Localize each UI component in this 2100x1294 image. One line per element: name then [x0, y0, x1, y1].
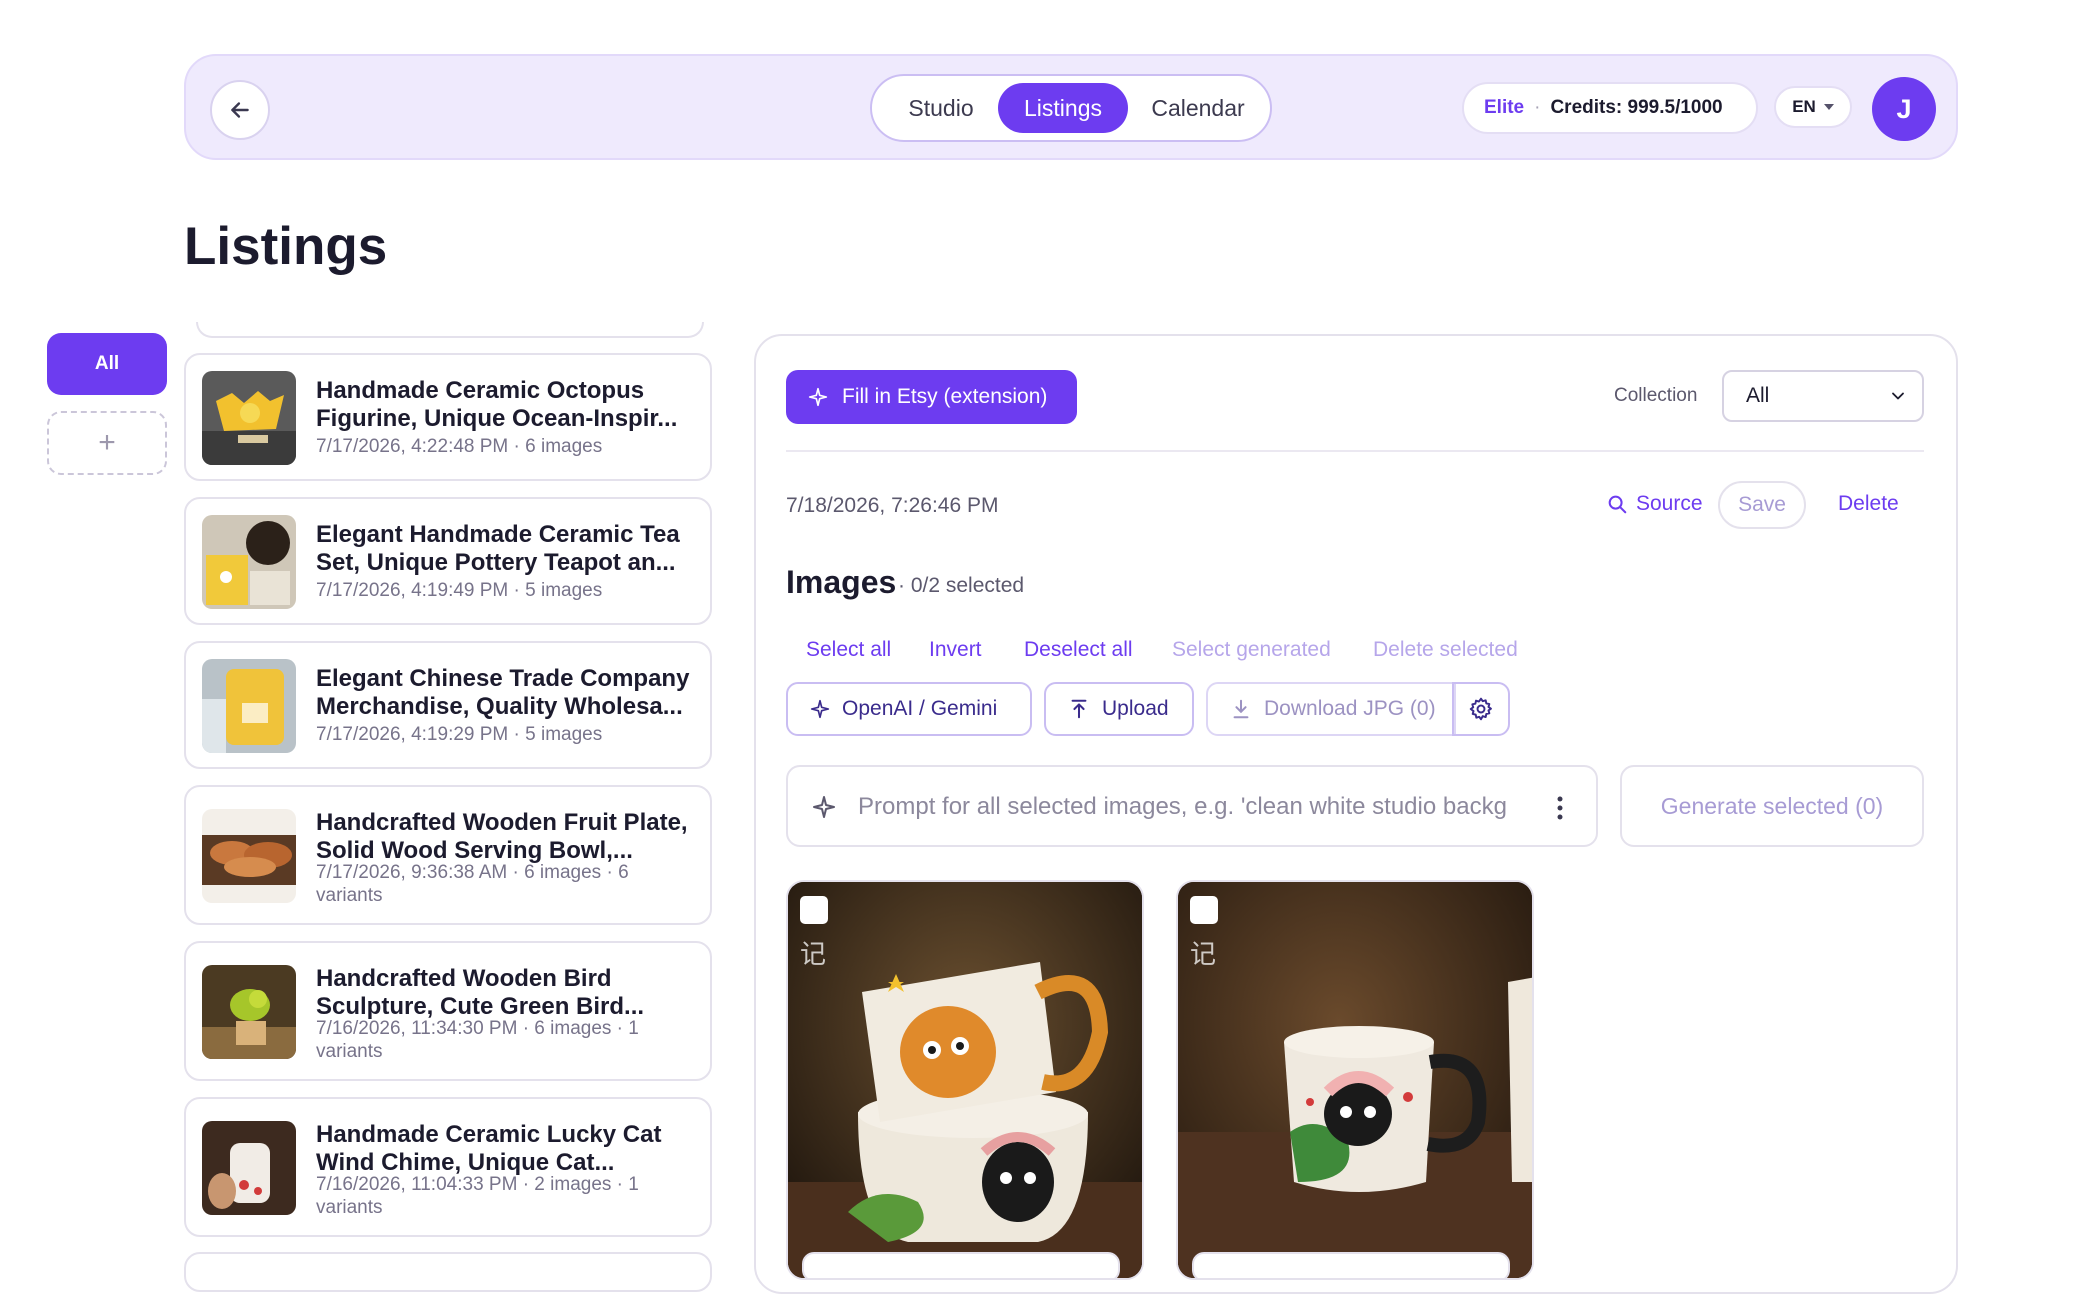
image-select-checkbox[interactable] — [800, 896, 828, 924]
download-button[interactable]: Download JPG (0) — [1206, 682, 1456, 736]
image-card[interactable]: 记 — [1176, 880, 1534, 1280]
credits-label: Credits: 999.5/1000 — [1550, 97, 1723, 118]
listing-card[interactable]: Elegant Chinese Trade Company Merchandise… — [184, 641, 712, 769]
download-label: Download JPG (0) — [1264, 697, 1436, 720]
listing-meta: 7/17/2026, 4:22:48 PM · 6 images — [316, 436, 603, 457]
select-generated-button[interactable]: Select generated — [1172, 638, 1331, 662]
listing-meta: 7/17/2026, 4:19:49 PM · 5 images — [316, 580, 603, 601]
back-button[interactable] — [210, 80, 270, 140]
language-label: EN — [1792, 97, 1816, 116]
listing-meta: 7/17/2026, 9:36:38 AM · 6 images · 6 vari… — [316, 862, 629, 906]
listing-date: 7/18/2026, 7:26:46 PM — [786, 494, 999, 517]
divider — [786, 450, 1924, 452]
chevron-down-icon — [1892, 392, 1904, 400]
page-title: Listings — [184, 217, 388, 276]
listing-card-partial — [196, 322, 704, 338]
prompt-field[interactable]: Prompt for all selected images, e.g. 'cl… — [786, 765, 1598, 847]
listing-meta: 7/16/2026, 11:04:33 PM · 2 images · 1 var… — [316, 1174, 639, 1218]
listing-meta: 7/17/2026, 4:19:29 PM · 5 images — [316, 724, 603, 745]
images-selected-count: · 0/2 selected — [898, 574, 1025, 597]
provider-label: OpenAI / Gemini — [842, 697, 998, 720]
listing-title: Elegant Handmade Ceramic Tea Set, Unique … — [316, 521, 680, 576]
save-button[interactable]: Save — [1718, 481, 1806, 529]
caret-down-icon — [1823, 104, 1834, 110]
listing-thumbnail — [202, 371, 296, 465]
listing-thumbnail — [202, 515, 296, 609]
tab-calendar[interactable]: Calendar — [1130, 83, 1266, 133]
collection-label: Collection — [1614, 385, 1698, 406]
listing-title: Handmade Ceramic Octopus Figurine, Unique… — [316, 377, 678, 432]
deselect-all-button[interactable]: Deselect all — [1024, 638, 1133, 662]
watermark: 记 — [800, 939, 827, 969]
image-select-checkbox[interactable] — [1190, 896, 1218, 924]
upload-icon — [1071, 699, 1087, 719]
language-select[interactable]: EN — [1774, 86, 1852, 128]
source-link[interactable]: Source — [1606, 492, 1703, 516]
listing-card-partial — [184, 1252, 712, 1292]
generate-selected-button[interactable]: Generate selected (0) — [1620, 765, 1924, 847]
image-card[interactable]: 记 — [786, 880, 1144, 1280]
delete-selected-button[interactable]: Delete selected — [1373, 638, 1518, 662]
upload-button[interactable]: Upload — [1044, 682, 1194, 736]
listing-thumbnail — [202, 809, 296, 903]
tab-studio[interactable]: Studio — [882, 83, 1000, 133]
avatar[interactable]: J — [1872, 77, 1936, 141]
fill-in-etsy-label: Fill in Etsy (extension) — [842, 385, 1048, 408]
listing-card[interactable]: Handcrafted Wooden Bird Sculpture, Cute G… — [184, 941, 712, 1081]
collection-select[interactable]: All — [1722, 370, 1924, 422]
more-vertical-icon[interactable] — [1556, 795, 1564, 821]
listing-title: Handmade Ceramic Lucky Cat Wind Chime, Un… — [316, 1121, 662, 1176]
fill-in-etsy-button[interactable]: Fill in Etsy (extension) — [786, 370, 1077, 424]
image-card-footer — [802, 1252, 1120, 1278]
sparkle-icon — [813, 796, 835, 818]
listing-title: Handcrafted Wooden Fruit Plate, Solid Woo… — [316, 809, 688, 864]
add-filter-button[interactable]: + — [47, 411, 167, 475]
credits-badge: Elite · Credits: 999.5/1000 — [1462, 82, 1758, 134]
listing-card[interactable]: Handmade Ceramic Lucky Cat Wind Chime, Un… — [184, 1097, 712, 1237]
select-all-button[interactable]: Select all — [806, 638, 891, 662]
listing-title: Elegant Chinese Trade Company Merchandise… — [316, 665, 690, 720]
listing-card[interactable]: Handmade Ceramic Octopus Figurine, Unique… — [184, 353, 712, 481]
listing-thumbnail — [202, 659, 296, 753]
gear-icon — [1469, 697, 1492, 721]
listing-title: Handcrafted Wooden Bird Sculpture, Cute G… — [316, 965, 645, 1020]
sparkle-icon — [810, 699, 830, 719]
watermark: 记 — [1190, 939, 1217, 969]
plan-label: Elite — [1484, 97, 1525, 118]
collection-value: All — [1746, 384, 1770, 407]
source-label: Source — [1636, 492, 1703, 515]
product-image — [1178, 882, 1532, 1278]
provider-button[interactable]: OpenAI / Gemini — [786, 682, 1032, 736]
invert-button[interactable]: Invert — [929, 638, 982, 662]
arrow-left-icon — [231, 102, 249, 118]
listing-thumbnail — [202, 965, 296, 1059]
upload-label: Upload — [1102, 697, 1169, 720]
tab-listings[interactable]: Listings — [998, 83, 1128, 133]
image-card-footer — [1192, 1252, 1510, 1278]
product-image — [788, 882, 1142, 1278]
nav-tabs: Studio Listings Calendar — [870, 74, 1272, 142]
download-icon — [1233, 699, 1249, 719]
listing-thumbnail — [202, 1121, 296, 1215]
listing-card[interactable]: Elegant Handmade Ceramic Tea Set, Unique … — [184, 497, 712, 625]
search-icon — [1608, 495, 1627, 514]
filter-all-button[interactable]: All — [47, 333, 167, 395]
separator: · — [1534, 97, 1541, 118]
prompt-placeholder: Prompt for all selected images, e.g. 'cl… — [858, 793, 1508, 820]
top-header: Studio Listings Calendar Elite · Credits… — [184, 54, 1958, 160]
sparkle-icon — [808, 387, 828, 407]
listing-card[interactable]: Handcrafted Wooden Fruit Plate, Solid Woo… — [184, 785, 712, 925]
listing-meta: 7/16/2026, 11:34:30 PM · 6 images · 1 var… — [316, 1018, 639, 1062]
settings-button[interactable] — [1452, 682, 1510, 736]
delete-button[interactable]: Delete — [1838, 492, 1899, 516]
images-heading: Images — [786, 564, 897, 600]
